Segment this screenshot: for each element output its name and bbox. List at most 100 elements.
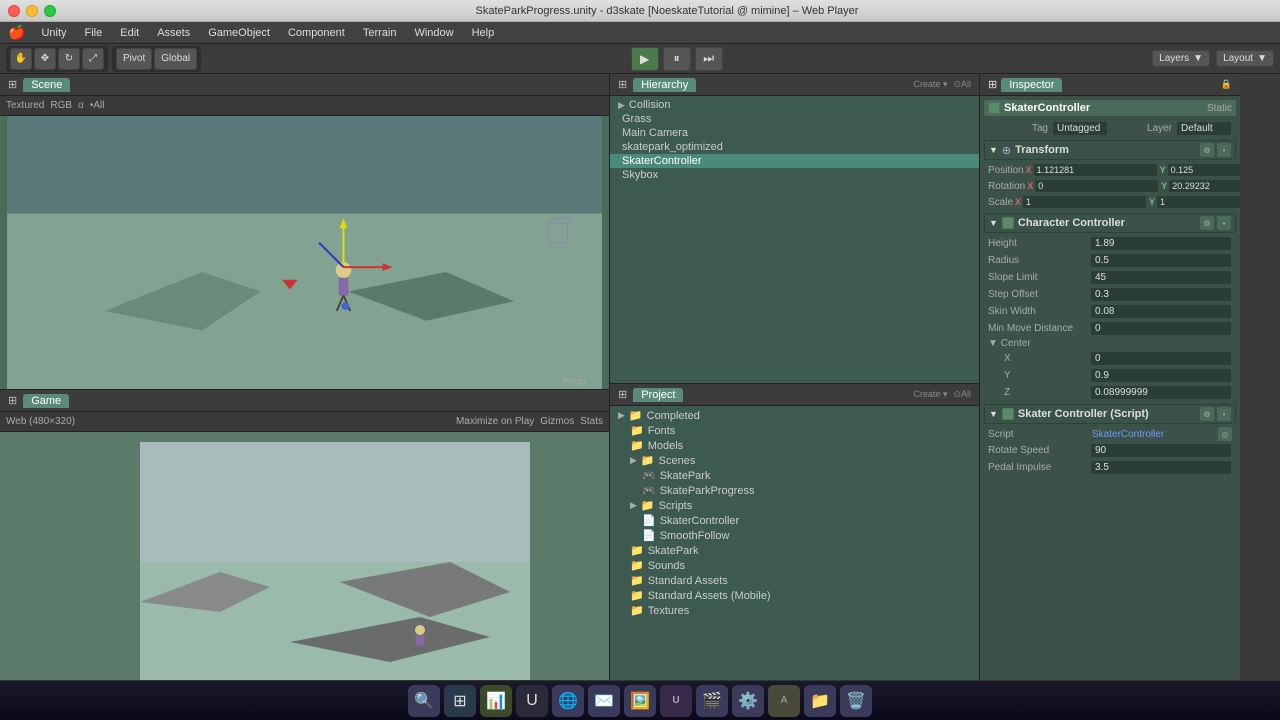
center-y-input[interactable] bbox=[1090, 368, 1232, 383]
layout-dropdown[interactable]: Layout ▼ bbox=[1216, 50, 1274, 67]
dock-prefs[interactable]: ⚙️ bbox=[732, 685, 764, 717]
project-scene-skateparkprogress[interactable]: 🎮 SkateParkProgress bbox=[610, 483, 979, 498]
dock-finder[interactable]: 🔍 bbox=[408, 685, 440, 717]
menu-gameobject[interactable]: GameObject bbox=[200, 25, 278, 41]
cc-settings-icon[interactable]: ⚙ bbox=[1200, 216, 1214, 230]
cc-dot-icon[interactable]: • bbox=[1217, 216, 1231, 230]
menu-component[interactable]: Component bbox=[280, 25, 353, 41]
scene-tab[interactable]: Scene bbox=[23, 78, 70, 92]
hand-tool-button[interactable]: ✋ bbox=[10, 48, 32, 70]
project-folder-standardassets[interactable]: 📁 Standard Assets bbox=[610, 573, 979, 588]
hierarchy-all[interactable]: ⊙All bbox=[953, 79, 971, 90]
skater-script-header[interactable]: ▼ Skater Controller (Script) ⚙ • bbox=[984, 404, 1236, 424]
hierarchy-create[interactable]: Create ▾ bbox=[913, 79, 947, 90]
cc-checkbox[interactable] bbox=[1002, 217, 1014, 229]
slope-input[interactable] bbox=[1090, 270, 1232, 285]
project-create[interactable]: Create ▾ bbox=[913, 389, 947, 400]
center-z-input[interactable] bbox=[1090, 385, 1232, 400]
project-folder-textures[interactable]: 📁 Textures bbox=[610, 603, 979, 618]
project-folder-scenes[interactable]: ▶ 📁 Scenes bbox=[610, 453, 979, 468]
project-scene-skatepark[interactable]: 🎮 SkatePark bbox=[610, 468, 979, 483]
apple-logo-icon[interactable]: 🍎 bbox=[8, 24, 25, 41]
gizmos-button[interactable]: Gizmos bbox=[540, 416, 574, 427]
dock-trash[interactable]: 🗑️ bbox=[840, 685, 872, 717]
project-tab[interactable]: Project bbox=[633, 388, 683, 402]
close-button[interactable] bbox=[8, 5, 20, 17]
min-move-input[interactable] bbox=[1090, 321, 1232, 336]
position-x-input[interactable] bbox=[1033, 163, 1158, 177]
dock-video[interactable]: 🎬 bbox=[696, 685, 728, 717]
ss-settings-icon[interactable]: ⚙ bbox=[1200, 407, 1214, 421]
project-all[interactable]: ⊙All bbox=[953, 389, 971, 400]
global-button[interactable]: Global bbox=[154, 48, 197, 70]
project-script-skatercontroller[interactable]: 📄 SkaterController bbox=[610, 513, 979, 528]
dock-unity2[interactable]: U bbox=[660, 685, 692, 717]
dock-unity[interactable]: U bbox=[516, 685, 548, 717]
dock-activity[interactable]: 📊 bbox=[480, 685, 512, 717]
hierarchy-item-grass[interactable]: Grass bbox=[610, 112, 979, 126]
dock-launchpad[interactable]: ⊞ bbox=[444, 685, 476, 717]
project-folder-completed[interactable]: ▶ 📁 Completed bbox=[610, 408, 979, 423]
project-folder-scripts[interactable]: ▶ 📁 Scripts bbox=[610, 498, 979, 513]
rotate-tool-button[interactable]: ↻ bbox=[58, 48, 80, 70]
inspector-lock-icon[interactable]: 🔒 bbox=[1221, 79, 1232, 90]
step-button[interactable]: ⏭ bbox=[695, 47, 723, 71]
inspector-tab[interactable]: Inspector bbox=[1001, 78, 1062, 92]
rotation-x-input[interactable] bbox=[1034, 179, 1159, 193]
project-script-smoothfollow[interactable]: 📄 SmoothFollow bbox=[610, 528, 979, 543]
radius-input[interactable] bbox=[1090, 253, 1232, 268]
menu-window[interactable]: Window bbox=[406, 25, 461, 41]
step-input[interactable] bbox=[1090, 287, 1232, 302]
pedal-impulse-input[interactable] bbox=[1090, 460, 1232, 475]
ss-dot-icon[interactable]: • bbox=[1217, 407, 1231, 421]
project-folder-fonts[interactable]: 📁 Fonts bbox=[610, 423, 979, 438]
game-tab[interactable]: Game bbox=[23, 394, 69, 408]
ss-checkbox[interactable] bbox=[1002, 408, 1014, 420]
pivot-button[interactable]: Pivot bbox=[116, 48, 152, 70]
dock-mail[interactable]: ✉️ bbox=[588, 685, 620, 717]
transform-dot-icon[interactable]: • bbox=[1217, 143, 1231, 157]
layers-dropdown[interactable]: Layers ▼ bbox=[1152, 50, 1210, 67]
dock-font[interactable]: A bbox=[768, 685, 800, 717]
menu-assets[interactable]: Assets bbox=[149, 25, 198, 41]
transform-settings-icon[interactable]: ⚙ bbox=[1200, 143, 1214, 157]
project-folder-skateparkassets[interactable]: 📁 SkatePark bbox=[610, 543, 979, 558]
project-folder-sounds[interactable]: 📁 Sounds bbox=[610, 558, 979, 573]
move-tool-button[interactable]: ✥ bbox=[34, 48, 56, 70]
project-folder-models[interactable]: 📁 Models bbox=[610, 438, 979, 453]
dock-photos[interactable]: 🖼️ bbox=[624, 685, 656, 717]
script-pick-button[interactable]: ◎ bbox=[1218, 427, 1232, 441]
menu-file[interactable]: File bbox=[77, 25, 111, 41]
play-button[interactable]: ▶ bbox=[631, 47, 659, 71]
hierarchy-item-maincamera[interactable]: Main Camera bbox=[610, 126, 979, 140]
hierarchy-item-skybox[interactable]: Skybox bbox=[610, 168, 979, 182]
center-x-input[interactable] bbox=[1090, 351, 1232, 366]
hierarchy-item-skatepark[interactable]: skatepark_optimized bbox=[610, 140, 979, 154]
hierarchy-item-skatercontroller[interactable]: SkaterController bbox=[610, 154, 979, 168]
rotation-y-input[interactable] bbox=[1168, 179, 1240, 193]
hierarchy-tab[interactable]: Hierarchy bbox=[633, 78, 696, 92]
character-controller-header[interactable]: ▼ Character Controller ⚙ • bbox=[984, 213, 1236, 233]
maximize-on-play-button[interactable]: Maximize on Play bbox=[456, 416, 534, 427]
position-y-input[interactable] bbox=[1167, 163, 1240, 177]
menu-edit[interactable]: Edit bbox=[112, 25, 147, 41]
transform-component-header[interactable]: ▼ ⊕ Transform ⚙ • bbox=[984, 140, 1236, 160]
scale-tool-button[interactable]: ⤢ bbox=[82, 48, 104, 70]
dock-folder[interactable]: 📁 bbox=[804, 685, 836, 717]
scale-y-input[interactable] bbox=[1156, 195, 1240, 209]
dock-chrome[interactable]: 🌐 bbox=[552, 685, 584, 717]
gameobject-active-checkbox[interactable] bbox=[988, 102, 1000, 114]
project-folder-standardassets-mobile[interactable]: 📁 Standard Assets (Mobile) bbox=[610, 588, 979, 603]
height-input[interactable] bbox=[1090, 236, 1232, 251]
menu-terrain[interactable]: Terrain bbox=[355, 25, 405, 41]
script-value[interactable]: SkaterController bbox=[1092, 429, 1214, 440]
maximize-button[interactable] bbox=[44, 5, 56, 17]
static-checkbox[interactable]: Static bbox=[1207, 103, 1232, 114]
rotate-speed-input[interactable] bbox=[1090, 443, 1232, 458]
hierarchy-item-collision[interactable]: ▶ Collision bbox=[610, 98, 979, 112]
stats-button[interactable]: Stats bbox=[580, 416, 603, 427]
menu-help[interactable]: Help bbox=[464, 25, 503, 41]
tag-dropdown[interactable]: Untagged bbox=[1052, 121, 1108, 136]
skin-input[interactable] bbox=[1090, 304, 1232, 319]
center-fold-icon[interactable]: ▼ Center bbox=[988, 338, 1088, 349]
